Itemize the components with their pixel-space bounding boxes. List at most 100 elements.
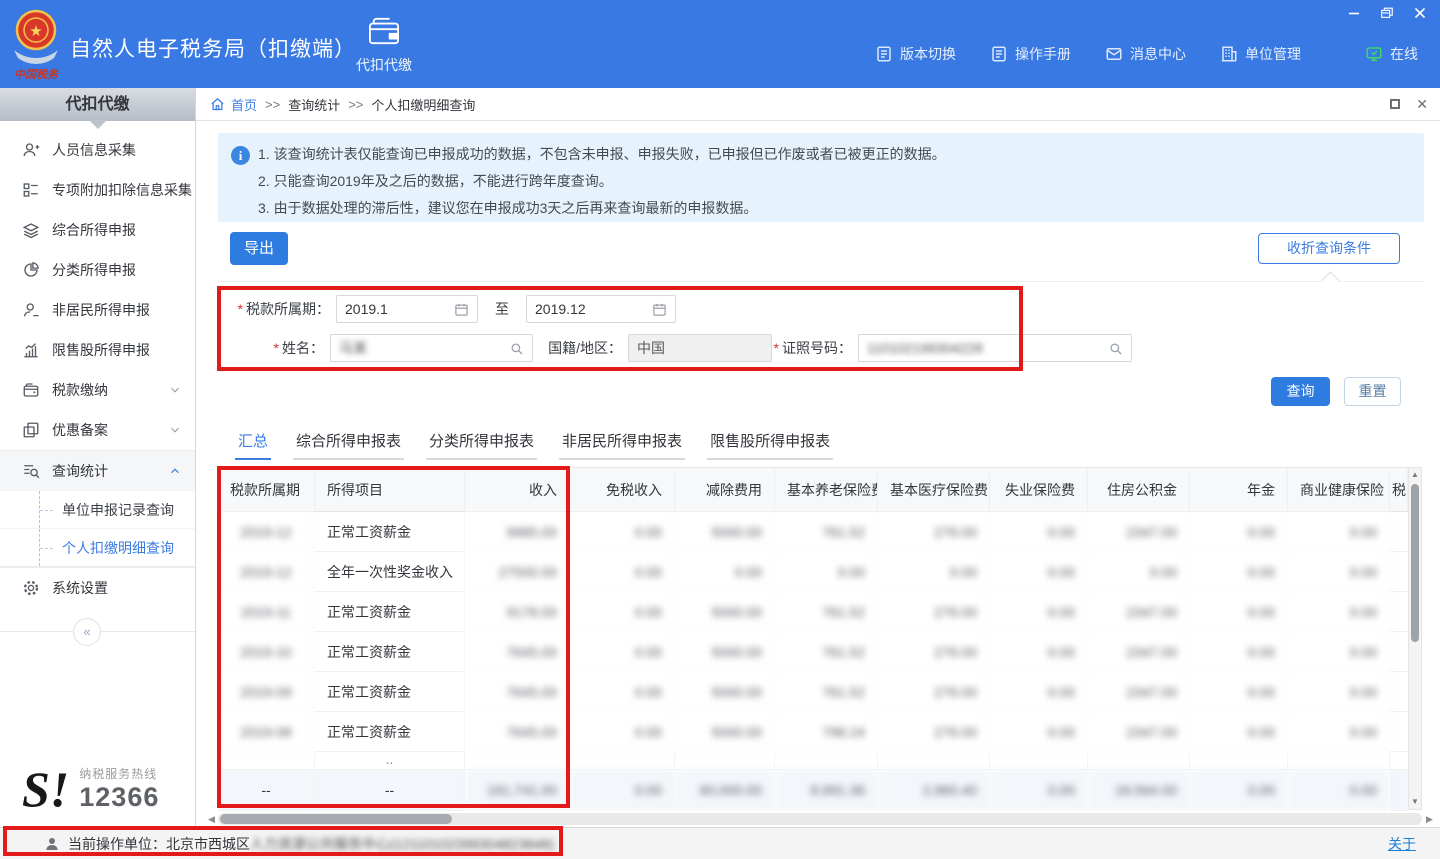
user-icon (44, 836, 60, 852)
scroll-down-icon[interactable]: ▼ (1409, 796, 1421, 808)
table-cell: 正常工资薪金 (315, 672, 465, 712)
table-cell: 2347.00 (1088, 592, 1190, 632)
name-input[interactable]: 马某 (330, 334, 533, 362)
table-cell: 0.00 (990, 672, 1088, 712)
sidebar-item-限售股所得申报[interactable]: 限售股所得申报 (0, 330, 195, 370)
nav-item-版本切换[interactable]: 版本切换 (875, 44, 956, 64)
table-cell: -- (218, 770, 315, 811)
nav-item-消息中心[interactable]: 消息中心 (1105, 44, 1186, 64)
gear-icon (22, 579, 40, 597)
breadcrumb-item: 查询统计 (288, 95, 340, 114)
module-tab-daikoudaijiao[interactable]: 代扣代缴 (348, 16, 420, 75)
tab-限售股所得申报表[interactable]: 限售股所得申报表 (707, 426, 833, 460)
sidebar-collapse-button[interactable]: « (73, 618, 101, 646)
chevron-up-icon (169, 465, 181, 477)
scroll-right-icon[interactable]: ▶ (1426, 815, 1433, 824)
about-link[interactable]: 关于 (1388, 834, 1416, 854)
nav-item-label: 操作手册 (1015, 44, 1071, 64)
table-cell (878, 752, 990, 770)
table-cell (1390, 672, 1408, 712)
column-header-减除费用: 减除费用 (675, 468, 775, 512)
nav-item-单位管理[interactable]: 单位管理 (1220, 44, 1301, 64)
table-cell (1088, 752, 1190, 770)
table-row: 2019-11正常工资薪金9178.000.005000.00761.52279… (218, 592, 1408, 632)
sidebar-subitem-单位申报记录查询[interactable]: 单位申报记录查询 (0, 490, 195, 528)
scroll-up-icon[interactable]: ▲ (1409, 469, 1421, 481)
sidebar-item-综合所得申报[interactable]: 综合所得申报 (0, 210, 195, 250)
table-row: 2019-09正常工资薪金7645.000.005000.00761.52279… (218, 672, 1408, 712)
sidebar-item-分类所得申报[interactable]: 分类所得申报 (0, 250, 195, 290)
period-from-input[interactable]: 2019.1 (336, 295, 478, 323)
table-cell: 全年一次性奖金收入 (315, 552, 465, 592)
column-header-失业保险费: 失业保险费 (990, 468, 1088, 512)
table-cell: 0.00 (570, 770, 675, 811)
query-button[interactable]: 查询 (1271, 377, 1330, 406)
tab-综合所得申报表[interactable]: 综合所得申报表 (293, 426, 404, 460)
sidebar-item-优惠备案[interactable]: 优惠备案 (0, 410, 195, 450)
to-label: 至 (484, 295, 520, 323)
app-window: ★ 中国税务 自然人电子税务局（扣缴端） 代扣代缴 版本切换操作手册消息中心单位… (0, 0, 1440, 859)
collapse-query-button[interactable]: 收折查询条件 (1258, 233, 1400, 264)
column-header-收入: 收入 (465, 468, 570, 512)
table-cell: 2347.00 (1088, 632, 1190, 672)
table-cell: 2347.00 (1088, 512, 1190, 552)
table-cell: 0.00 (775, 552, 878, 592)
id-number-input[interactable]: 110102199304228 (858, 334, 1132, 362)
scroll-left-icon[interactable]: ◀ (208, 815, 215, 824)
table-cell: 7645.00 (465, 632, 570, 672)
breadcrumb-home[interactable]: 首页 (231, 95, 257, 114)
table-cell: 0.00 (570, 552, 675, 592)
minimize-icon[interactable] (1346, 5, 1362, 21)
table-cell: 0.00 (1190, 632, 1288, 672)
table-cell: 5000.00 (675, 672, 775, 712)
sidebar-subitem-个人扣缴明细查询[interactable]: 个人扣缴明细查询 (0, 528, 195, 566)
vertical-scroll-thumb[interactable] (1411, 484, 1419, 642)
search-icon[interactable] (509, 341, 524, 356)
restore-icon[interactable] (1379, 5, 1395, 21)
sidebar-item-非居民所得申报[interactable]: 非居民所得申报 (0, 290, 195, 330)
svg-text:★: ★ (29, 23, 42, 40)
maximize-pane-icon[interactable] (1390, 99, 1400, 109)
table-cell (675, 752, 775, 770)
search-icon[interactable] (1108, 341, 1123, 356)
table-cell: 0.00 (1288, 592, 1390, 632)
breadcrumb-separator: >> (265, 97, 280, 112)
sidebar-item-label: 税款缴纳 (52, 380, 108, 400)
table-cell: 0.00 (570, 512, 675, 552)
sidebar-item-税款缴纳[interactable]: 税款缴纳 (0, 370, 195, 410)
breadcrumb: 首页 >> 查询统计 >> 个人扣缴明细查询 ✕ (196, 88, 1440, 121)
breadcrumb-item: 个人扣缴明细查询 (371, 95, 475, 114)
close-pane-icon[interactable]: ✕ (1416, 96, 1428, 113)
sidebar-item-settings[interactable]: 系统设置 (0, 567, 195, 607)
table-row: 2019-10正常工资薪金7645.000.005000.00761.52279… (218, 632, 1408, 672)
tab-分类所得申报表[interactable]: 分类所得申报表 (426, 426, 537, 460)
export-button[interactable]: 导出 (230, 232, 288, 265)
period-to-input[interactable]: 2019.12 (526, 295, 676, 323)
horizontal-scrollbar[interactable] (218, 813, 1422, 825)
table-cell: 0.00 (1190, 552, 1288, 592)
table-cell: 2019-12 (218, 552, 315, 592)
vertical-scrollbar[interactable]: ▲ ▼ (1408, 467, 1422, 810)
notice-line: 3. 由于数据处理的滞后性，建议您在申报成功3天之后再来查询最新的申报数据。 (258, 195, 1408, 222)
table-cell: 0.00 (1088, 552, 1190, 592)
home-icon (210, 97, 225, 112)
close-icon[interactable] (1412, 5, 1428, 21)
nav-item-操作手册[interactable]: 操作手册 (990, 44, 1071, 64)
sidebar-item-查询统计[interactable]: 查询统计 (0, 450, 195, 490)
table-cell: 27500.00 (465, 552, 570, 592)
info-icon: i (231, 146, 250, 165)
sidebar-item-label: 非居民所得申报 (52, 300, 150, 320)
table-cell: 2347.00 (1088, 672, 1190, 712)
sidebar-item-人员信息采集[interactable]: 人员信息采集 (0, 130, 195, 170)
horizontal-scroll-thumb[interactable] (220, 814, 452, 824)
reset-button[interactable]: 重置 (1344, 377, 1401, 406)
tab-非居民所得申报表[interactable]: 非居民所得申报表 (559, 426, 685, 460)
nav-item-在线[interactable]: 在线 (1365, 44, 1418, 64)
notice-box: i 1. 该查询统计表仅能查询已申报成功的数据，不包含未申报、申报失败，已申报但… (218, 133, 1424, 222)
status-bar: 当前操作单位： 北京市西城区 人力资源公共服务中心(12110102399304… (0, 827, 1440, 859)
table-cell: 0.00 (570, 672, 675, 712)
sidebar-item-专项附加扣除信息采集[interactable]: 专项附加扣除信息采集 (0, 170, 195, 210)
table-cell (1390, 552, 1408, 592)
tab-汇总[interactable]: 汇总 (235, 426, 271, 460)
table-cell: 761.52 (775, 512, 878, 552)
